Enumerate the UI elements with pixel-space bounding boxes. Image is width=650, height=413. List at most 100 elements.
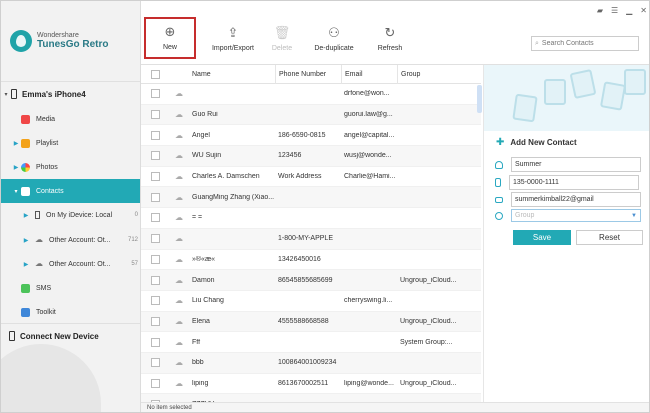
- sidebar-item-toolkit[interactable]: Toolkit: [1, 300, 140, 324]
- table-row[interactable]: ☁ Liu Chang cherryswing.li...: [141, 291, 481, 312]
- message-icon[interactable]: ▰: [597, 6, 603, 15]
- row-checkbox[interactable]: [141, 275, 169, 285]
- cloud-icon: ☁: [175, 378, 183, 388]
- table-row[interactable]: ☁ bbb 100864001009234: [141, 352, 481, 374]
- cell-phone: Work Address: [278, 173, 322, 181]
- table-row[interactable]: ☁ Charles A. Damschen Work Address Charlie@…: [141, 167, 481, 188]
- table-row[interactable]: ☁ WU Sujin 123456 wusj@wonde...: [141, 146, 481, 167]
- checkbox[interactable]: [150, 296, 160, 306]
- plus-circle-icon: ⊕: [164, 24, 176, 39]
- sidebar-item-photos[interactable]: ▶ Photos: [1, 155, 140, 179]
- import-export-button[interactable]: ⇪ Import/Export: [201, 21, 265, 57]
- cell-email: cherryswing.li...: [344, 297, 393, 305]
- select-all-checkbox[interactable]: [141, 69, 169, 79]
- row-checkbox[interactable]: [141, 172, 169, 182]
- table-row[interactable]: ☁ »®«æ« 13426450016: [141, 250, 481, 271]
- cell-email: angel@capital...: [344, 131, 395, 139]
- table-row[interactable]: ☁ZZZVV: [141, 394, 481, 402]
- sidebar-item-sms[interactable]: SMS: [1, 276, 140, 300]
- email-field[interactable]: summerkimball22@gmail: [511, 192, 641, 207]
- reset-button[interactable]: Reset: [576, 230, 643, 245]
- table-row[interactable]: ☁ Angel 186-6590-0815 angel@capital...: [141, 125, 481, 147]
- row-checkbox[interactable]: [141, 151, 169, 161]
- phone-field[interactable]: 135-0000-1111: [509, 175, 639, 190]
- table-row[interactable]: ☁ Elena 4555588668588 Ungroup_iCloud...: [141, 311, 481, 333]
- checkbox[interactable]: [150, 130, 160, 140]
- deduplicate-button[interactable]: ⚇ De-duplicate: [311, 21, 357, 57]
- checkbox[interactable]: [150, 172, 160, 182]
- close-icon[interactable]: ✕: [640, 6, 647, 15]
- checkbox[interactable]: [150, 89, 160, 99]
- name-field[interactable]: Summer: [511, 157, 641, 172]
- checkbox[interactable]: [150, 192, 160, 202]
- checkbox[interactable]: [150, 151, 160, 161]
- checkbox[interactable]: [150, 234, 160, 244]
- table-row[interactable]: ☁ liping 8613670002511 liping@wonde... Ungro…: [141, 374, 481, 395]
- table-scrollbar[interactable]: [477, 85, 482, 113]
- table-row[interactable]: ☁ GuangMing Zhang (Xiao...: [141, 187, 481, 209]
- toolbar: ▰ ☰ ▁ ✕ ⊕ New ⇪ Import/Export 🗑 Delete ⚇…: [141, 1, 649, 65]
- sidebar-item-media[interactable]: Media: [1, 107, 140, 131]
- refresh-label: Refresh: [377, 45, 403, 52]
- checkbox[interactable]: [150, 316, 160, 326]
- checkbox[interactable]: [150, 337, 160, 347]
- delete-button[interactable]: 🗑 Delete: [265, 21, 299, 57]
- table-row[interactable]: ☁ Damon 86545855685699 Ungroup_iCloud...: [141, 270, 481, 291]
- search-box[interactable]: ⌕: [531, 36, 639, 51]
- sidebar-decoration: [1, 344, 101, 412]
- connect-new-device[interactable]: Connect New Device: [1, 324, 140, 348]
- row-checkbox[interactable]: [141, 130, 169, 140]
- checkbox[interactable]: [150, 110, 160, 120]
- checkbox[interactable]: [150, 275, 160, 285]
- table-row[interactable]: ☁ drfone@won...: [141, 84, 481, 105]
- row-checkbox[interactable]: [141, 337, 169, 347]
- row-checkbox[interactable]: [141, 89, 169, 99]
- sidebar-item-account-2[interactable]: ▶ ☁ Other Account: Ot... 57: [1, 252, 140, 276]
- table-row[interactable]: ☁ 1-800-MY-APPLE: [141, 228, 481, 250]
- column-group[interactable]: Group: [397, 65, 481, 84]
- row-checkbox[interactable]: [141, 110, 169, 120]
- group-select[interactable]: Group ▼: [511, 209, 641, 222]
- column-phone[interactable]: Phone Number: [275, 65, 341, 84]
- sidebar-item-contacts[interactable]: ▾ Contacts: [1, 179, 140, 203]
- row-checkbox[interactable]: [141, 234, 169, 244]
- sidebar-item-account-1[interactable]: ▶ ☁ Other Account: Ot... 712: [1, 228, 140, 252]
- table-row[interactable]: ☁ = =: [141, 208, 481, 229]
- sidebar-item-playlist[interactable]: ▶ Playlist: [1, 131, 140, 155]
- row-checkbox[interactable]: [141, 192, 169, 202]
- sidebar-item-local[interactable]: ▶ On My iDevice: Local 0: [1, 203, 140, 227]
- new-label: New: [162, 44, 177, 51]
- column-email[interactable]: Email: [341, 65, 397, 84]
- cell-email: liping@wonde...: [344, 379, 394, 387]
- add-contact-label: Add New Contact: [510, 138, 577, 147]
- menu-icon[interactable]: ☰: [611, 6, 618, 15]
- cloud-icon: ☁: [175, 234, 183, 244]
- caret-right-icon: ▶: [23, 261, 29, 268]
- row-checkbox[interactable]: [141, 296, 169, 306]
- row-checkbox[interactable]: [141, 358, 169, 368]
- new-button[interactable]: ⊕ New: [144, 17, 196, 59]
- checkbox[interactable]: [150, 358, 160, 368]
- checkbox[interactable]: [150, 254, 160, 264]
- search-input[interactable]: [541, 40, 630, 47]
- checkbox[interactable]: [150, 213, 160, 223]
- table-row[interactable]: ☁ Fff System Group:...: [141, 332, 481, 353]
- refresh-button[interactable]: ↻ Refresh: [371, 21, 409, 57]
- row-checkbox[interactable]: [141, 254, 169, 264]
- row-checkbox[interactable]: [141, 316, 169, 326]
- table-row[interactable]: ☁ Guo Rui guorui.law@g...: [141, 104, 481, 126]
- checkbox[interactable]: [150, 69, 160, 79]
- row-checkbox[interactable]: [141, 213, 169, 223]
- row-checkbox[interactable]: [141, 378, 169, 388]
- checkbox[interactable]: [150, 378, 160, 388]
- sidebar-item-label: Media: [36, 115, 56, 123]
- cell-name: Fff: [192, 338, 201, 346]
- device-item[interactable]: ▾ Emma's iPhone4: [1, 82, 140, 106]
- sidebar-item-label: Other Account: Ot...: [49, 260, 111, 268]
- item-count: 0: [134, 212, 138, 218]
- minimize-icon[interactable]: ▁: [626, 6, 632, 15]
- column-name[interactable]: Name: [189, 65, 275, 84]
- contacts-icon: [21, 186, 30, 196]
- cell-group: System Group:...: [400, 338, 453, 346]
- save-button[interactable]: Save: [513, 230, 571, 245]
